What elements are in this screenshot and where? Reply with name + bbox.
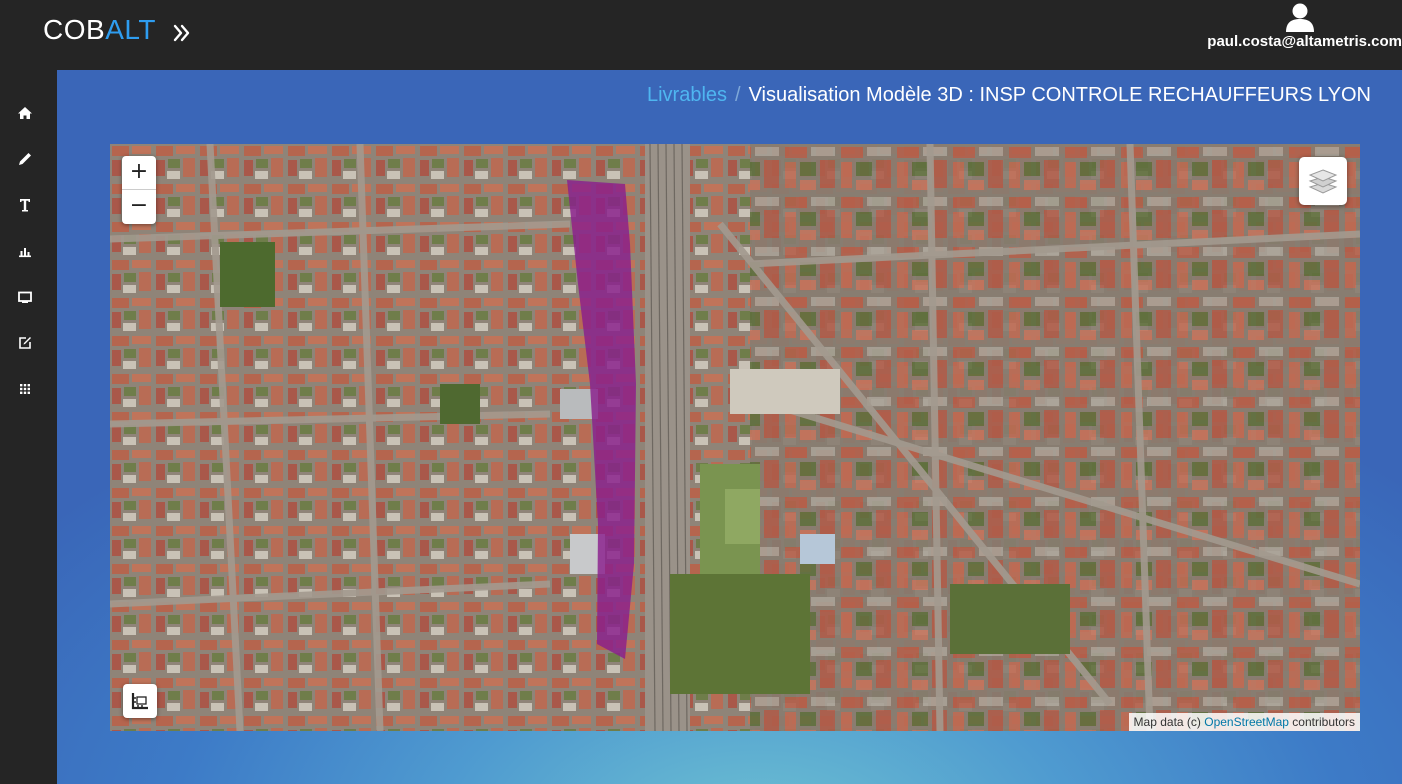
logo-text-accent: ALT	[105, 14, 156, 45]
zoom-in-button[interactable]: +	[122, 156, 156, 190]
user-icon[interactable]	[1284, 2, 1316, 32]
layers-icon[interactable]	[1299, 157, 1347, 205]
logo-text-main: COB	[43, 14, 106, 45]
zoom-out-button[interactable]: −	[122, 190, 156, 224]
attribution-suffix: contributors	[1288, 715, 1355, 729]
breadcrumb-separator: /	[735, 84, 741, 106]
app-logo[interactable]: COBALT	[43, 14, 156, 46]
map-attribution: Map data (c) OpenStreetMap contributors	[1128, 713, 1360, 731]
page-title: Visualisation Modèle 3D : INSP CONTROLE …	[748, 84, 1371, 106]
zoom-control: + −	[122, 156, 156, 224]
user-email[interactable]: paul.costa@altametris.com	[1207, 33, 1402, 50]
map-view[interactable]: + − Map data (c) OpenStreetMap contribut…	[110, 144, 1360, 731]
text-icon[interactable]	[14, 194, 36, 216]
attribution-prefix: Map data (c)	[1133, 715, 1205, 729]
pencil-icon[interactable]	[14, 148, 36, 170]
top-bar: COBALT paul.costa@altametris.com	[0, 0, 1402, 70]
sidebar	[0, 70, 57, 784]
openstreetmap-link[interactable]: OpenStreetMap	[1204, 715, 1289, 729]
breadcrumb-link-livrables[interactable]: Livrables	[647, 84, 727, 106]
edit-icon[interactable]	[14, 332, 36, 354]
breadcrumb: Livrables / Visualisation Modèle 3D : INSP…	[647, 84, 1371, 107]
home-icon[interactable]	[14, 102, 36, 124]
double-chevron-right-icon[interactable]	[170, 20, 194, 46]
grid-icon[interactable]	[14, 378, 36, 400]
main-panel: Livrables / Visualisation Modèle 3D : INSP…	[57, 70, 1402, 784]
monitor-icon[interactable]	[14, 286, 36, 308]
bar-chart-icon[interactable]	[14, 240, 36, 262]
aerial-imagery[interactable]	[110, 144, 1360, 731]
measure-icon[interactable]	[123, 684, 157, 718]
